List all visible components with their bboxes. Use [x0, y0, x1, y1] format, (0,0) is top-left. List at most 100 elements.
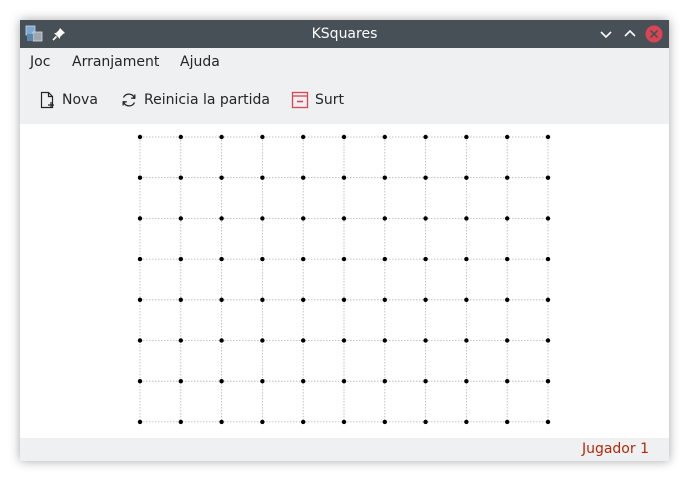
menu-ajuda[interactable]: Ajuda: [178, 48, 222, 76]
grid-dot: [178, 379, 183, 384]
grid-dot: [341, 338, 347, 343]
grid-dot: [423, 216, 428, 221]
grid-dot: [260, 175, 265, 180]
grid-dot: [423, 256, 428, 262]
grid-dot: [464, 379, 469, 384]
grid-dot: [301, 256, 306, 262]
grid-dot: [301, 175, 306, 180]
grid-dot: [545, 175, 551, 180]
grid-dot: [178, 175, 183, 180]
grid-dot: [505, 134, 510, 140]
grid-dot: [219, 175, 224, 180]
grid-dot: [341, 379, 347, 384]
grid-dot: [178, 256, 183, 262]
title-bar[interactable]: KSquares: [20, 20, 669, 48]
grid-dot: [464, 216, 469, 221]
pin-icon[interactable]: [51, 26, 67, 42]
grid-dot: [219, 419, 224, 425]
grid-dot: [260, 419, 265, 425]
menu-bar: Joc Arranjament Ajuda: [20, 48, 669, 76]
restart-game-label: Reinicia la partida: [144, 92, 270, 108]
new-game-label: Nova: [62, 92, 98, 108]
grid-dot: [423, 379, 428, 384]
grid-dot: [341, 134, 347, 140]
grid-dot: [178, 297, 183, 302]
grid-dot: [341, 256, 347, 262]
new-document-icon: [40, 91, 54, 109]
grid-dot: [260, 134, 265, 140]
grid-dot: [137, 297, 143, 302]
app-window: KSquares Joc Arranjament Ajuda Nova Rein…: [20, 20, 669, 461]
grid-dot: [464, 175, 469, 180]
grid-dot: [464, 256, 469, 262]
grid-dot: [178, 419, 183, 425]
grid-dot: [545, 338, 551, 343]
new-game-button[interactable]: Nova: [38, 86, 98, 114]
grid-dot: [382, 134, 387, 140]
grid-dot: [137, 338, 143, 343]
grid-dot: [178, 134, 183, 140]
grid-dot: [301, 297, 306, 302]
grid-dot: [137, 419, 143, 425]
grid-dot: [505, 338, 510, 343]
quit-label: Surt: [315, 92, 345, 108]
grid-dot: [219, 338, 224, 343]
grid-dot: [219, 134, 224, 140]
grid-dot: [137, 175, 143, 180]
restart-game-button[interactable]: Reinicia la partida: [120, 86, 270, 114]
grid-dot: [341, 297, 347, 302]
grid-dot: [382, 216, 387, 221]
grid-dot: [219, 256, 224, 262]
grid-dot: [545, 134, 551, 140]
grid-dot: [545, 297, 551, 302]
menu-arranjament[interactable]: Arranjament: [70, 48, 161, 76]
quit-icon: [291, 91, 309, 109]
grid-dot: [219, 216, 224, 221]
grid-dot: [505, 256, 510, 262]
grid-dot: [382, 297, 387, 302]
grid-dot: [464, 338, 469, 343]
grid-dot: [505, 419, 510, 425]
grid-dot: [505, 297, 510, 302]
grid-dot: [382, 175, 387, 180]
grid-dot: [260, 216, 265, 221]
grid-dot: [219, 297, 224, 302]
grid-dot: [301, 379, 306, 384]
grid-dot: [178, 216, 183, 221]
grid-dot: [505, 216, 510, 221]
grid-dot: [382, 419, 387, 425]
grid-dot: [260, 256, 265, 262]
grid-dot: [464, 297, 469, 302]
grid-dot: [260, 379, 265, 384]
grid-dot: [137, 216, 143, 221]
grid-dot: [341, 216, 347, 221]
game-board[interactable]: [20, 124, 669, 438]
tool-bar: Nova Reinicia la partida Surt: [20, 76, 669, 124]
maximize-button[interactable]: [621, 25, 639, 43]
grid-dot: [423, 419, 428, 425]
close-button[interactable]: [645, 25, 663, 43]
grid-dot: [137, 134, 143, 140]
grid-dot: [301, 134, 306, 140]
window-title: KSquares: [311, 26, 378, 42]
refresh-icon: [122, 93, 136, 107]
menu-joc[interactable]: Joc: [28, 48, 52, 76]
grid-dot: [341, 419, 347, 425]
dots-grid[interactable]: [20, 124, 669, 438]
grid-dot: [545, 379, 551, 384]
grid-dot: [545, 256, 551, 262]
grid-dot: [301, 419, 306, 425]
minimize-button[interactable]: [597, 25, 615, 43]
grid-dot: [545, 216, 551, 221]
grid-dot: [423, 175, 428, 180]
grid-dot: [464, 134, 469, 140]
quit-button[interactable]: Surt: [291, 86, 344, 114]
grid-dot: [137, 256, 143, 262]
grid-dot: [423, 134, 428, 140]
grid-dot: [505, 379, 510, 384]
ksquares-app-icon[interactable]: [25, 25, 43, 43]
grid-dot: [219, 379, 224, 384]
grid-dot: [301, 338, 306, 343]
grid-dot: [260, 338, 265, 343]
grid-dot: [423, 338, 428, 343]
